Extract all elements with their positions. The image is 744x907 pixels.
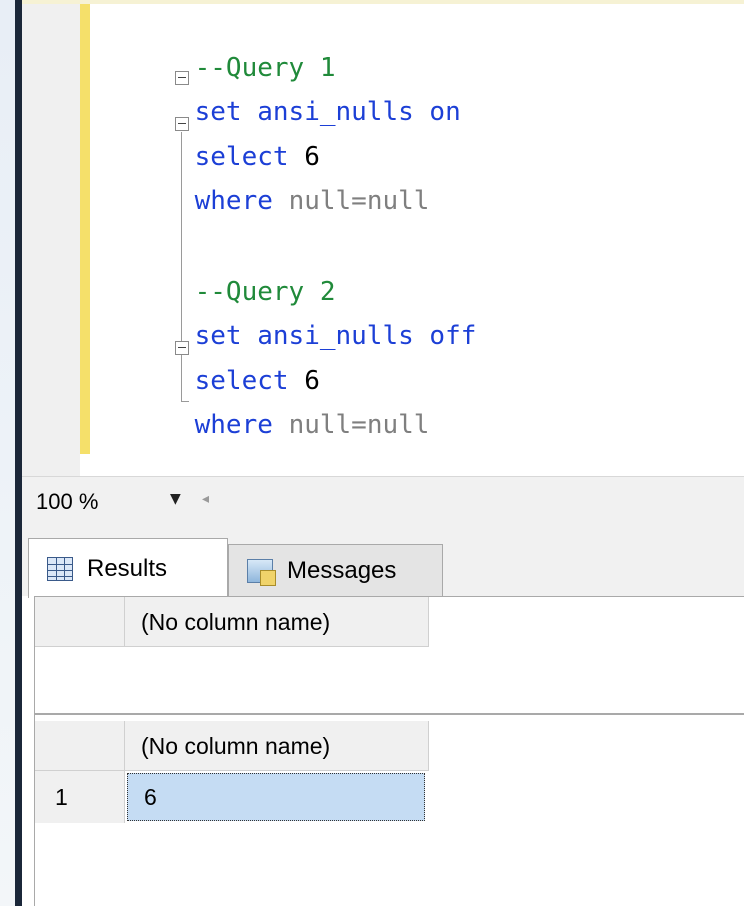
table-cell[interactable]: 6 bbox=[127, 773, 425, 821]
messages-icon bbox=[247, 558, 276, 586]
tab-results[interactable]: Results bbox=[28, 538, 228, 598]
window-frame-left bbox=[0, 0, 15, 906]
scroll-left-icon[interactable]: ◂ bbox=[202, 491, 209, 507]
results-tabs: Results Messages bbox=[22, 526, 744, 598]
grid-icon bbox=[47, 556, 73, 581]
row-number[interactable]: 1 bbox=[35, 771, 125, 823]
column-header[interactable]: (No column name) bbox=[125, 597, 429, 647]
zoom-bar: 100 % ▼ ◂ bbox=[22, 476, 744, 526]
code-line-where: where null=null bbox=[132, 377, 430, 473]
results-grid[interactable]: (No column name) 1 6 bbox=[35, 721, 744, 907]
change-tracking-bar bbox=[80, 4, 90, 454]
keyword-where: where bbox=[194, 410, 273, 440]
code-line-where: where null=null bbox=[132, 153, 430, 249]
grid-header: (No column name) bbox=[35, 597, 429, 647]
row-number-header[interactable] bbox=[35, 597, 125, 647]
table-row[interactable]: 1 6 bbox=[35, 771, 429, 823]
grid-header: (No column name) bbox=[35, 721, 429, 771]
keyword-where: where bbox=[194, 186, 273, 216]
row-number-header[interactable] bbox=[35, 721, 125, 771]
column-header[interactable]: (No column name) bbox=[125, 721, 429, 771]
window-frame-edge bbox=[15, 0, 22, 906]
results-grid[interactable]: (No column name) bbox=[35, 597, 744, 715]
tab-label: Messages bbox=[287, 556, 397, 584]
where-condition: null=null bbox=[288, 186, 430, 216]
tab-label: Results bbox=[87, 554, 168, 582]
tab-messages[interactable]: Messages bbox=[228, 544, 443, 596]
caret-down-icon[interactable]: ▼ bbox=[170, 491, 181, 507]
results-pane: (No column name) (No column name) 1 6 bbox=[34, 596, 744, 907]
zoom-level[interactable]: 100 % bbox=[36, 489, 98, 515]
where-condition: null=null bbox=[288, 410, 430, 440]
query-editor[interactable]: --Query 1 set ansi_nulls on select 6 whe… bbox=[22, 4, 744, 476]
editor-margin bbox=[22, 4, 80, 476]
